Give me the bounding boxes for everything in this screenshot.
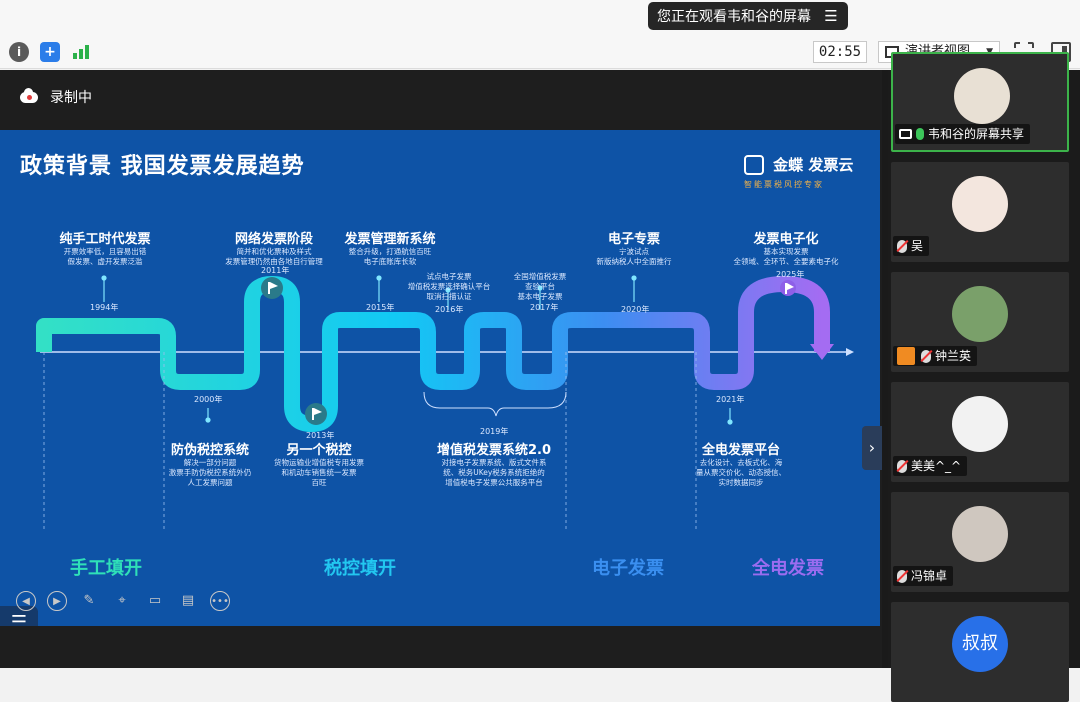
era-full-electronic: 全电发票 <box>752 558 824 579</box>
participant-tag: 韦和谷的屏幕共享 <box>895 124 1031 144</box>
recording-indicator: 录制中 <box>20 87 92 107</box>
recording-label: 录制中 <box>50 90 92 106</box>
year-2025: 2025年 <box>776 270 805 279</box>
slide-controls: ◀ ▶ ✎ ⌖ ▭ ▤ ••• <box>16 590 230 612</box>
presentation-slide: 政策背景 我国发票发展趋势 金蝶 发票云 智能票税风控专家 纯手工时代发票 开票… <box>0 130 880 626</box>
shield-icon[interactable]: + <box>40 42 60 62</box>
next-slide-icon[interactable]: ▶ <box>47 591 67 611</box>
more-icon[interactable]: ••• <box>210 591 230 611</box>
previous-slide-icon[interactable]: ◀ <box>16 591 36 611</box>
milestone-2019: 增值税发票系统2.0 对接电子发票系统、版式文件系 统、税务UKey税务系统拒绝… <box>436 443 552 487</box>
participant-tile[interactable]: 吴 <box>891 162 1069 262</box>
collapse-panel-button[interactable]: › <box>862 426 882 470</box>
milestone-2011: 网络发票阶段 简并和优化票种及样式 发票管理仍然由各地自行管理 <box>225 232 323 266</box>
year-2021: 2021年 <box>716 395 745 404</box>
participant-name: 韦和谷的屏幕共享 <box>928 127 1025 141</box>
milestone-2016: 试点电子发票 增值税发票选择确认平台 取消扫描认证 <box>407 272 491 301</box>
shared-screen: 录制中 政策背景 我国发票发展趋势 金蝶 发票云 智能票税风控专家 纯手工时代发… <box>0 70 882 668</box>
year-1994: 1994年 <box>90 303 119 312</box>
mic-muted-icon <box>921 349 931 363</box>
year-2015: 2015年 <box>366 303 395 312</box>
axis-arrow-icon <box>846 348 854 356</box>
milestone-2013: 另一个税控 货物运输业增值税专用发票 和机动车销售统一发票 百旺 <box>274 443 364 487</box>
year-2016: 2016年 <box>435 305 464 314</box>
screen-share-icon <box>899 129 912 139</box>
milestone-2025: 发票电子化 基本实现发票 全领域、全环节、全要素电子化 <box>733 232 839 266</box>
avatar <box>952 396 1008 452</box>
meeting-timer: 02:55 <box>813 41 867 63</box>
year-2019: 2019年 <box>480 427 509 436</box>
mic-muted-icon <box>897 239 907 253</box>
participant-name: 冯锦卓 <box>911 569 948 583</box>
mic-muted-icon <box>897 569 907 583</box>
era-manual: 手工填开 <box>70 558 142 579</box>
cloud-record-icon <box>20 87 38 103</box>
milestone-2000: 防伪税控系统 解决一部分问题 激票手防伪税控系统外仍 人工发票问题 <box>168 443 252 487</box>
screen-share-banner[interactable]: 您正在观看韦和谷的屏幕 ☰ <box>648 2 848 30</box>
participant-tile[interactable]: 钟兰英 <box>891 272 1069 372</box>
mic-on-icon <box>916 128 924 140</box>
era-tax-control: 税控填开 <box>324 558 396 579</box>
camera-icon[interactable]: ▭ <box>144 590 166 612</box>
milestone-2017: 全国增值税发票 查验平台 基本电子发票 <box>513 272 567 301</box>
avatar: 叔叔 <box>952 616 1008 672</box>
participant-tag: 美美^_^ <box>893 456 968 476</box>
year-2000: 2000年 <box>194 395 223 404</box>
avatar <box>952 176 1008 232</box>
comment-icon[interactable]: ▤ <box>177 590 199 612</box>
participant-panel: 韦和谷的屏幕共享 吴 钟兰英 美美^_^ 冯锦卓 叔叔 <box>888 52 1080 702</box>
timeline-pipe <box>36 276 830 432</box>
pen-icon[interactable]: ✎ <box>78 590 100 612</box>
participant-tile[interactable]: 美美^_^ <box>891 382 1069 482</box>
participant-name: 钟兰英 <box>935 349 972 363</box>
year-2020: 2020年 <box>621 305 650 314</box>
share-banner-text: 您正在观看韦和谷的屏幕 <box>657 9 811 25</box>
menu-icon[interactable]: ☰ <box>820 5 842 27</box>
top-bar: 您正在观看韦和谷的屏幕 ☰ <box>0 0 1080 36</box>
participant-tile[interactable]: 叔叔 <box>891 602 1069 702</box>
participant-name: 美美^_^ <box>911 459 962 473</box>
era-electronic: 电子发票 <box>592 558 664 579</box>
avatar <box>952 506 1008 562</box>
mic-muted-icon <box>897 459 907 473</box>
participant-tile[interactable]: 韦和谷的屏幕共享 <box>891 52 1069 152</box>
signal-icon[interactable] <box>71 42 91 62</box>
participant-name: 吴 <box>911 239 924 253</box>
avatar <box>954 68 1010 124</box>
participant-tag: 钟兰英 <box>893 346 978 366</box>
participant-tag: 吴 <box>893 236 930 256</box>
info-icon[interactable]: i <box>9 42 29 62</box>
milestone-1994: 纯手工时代发票 开票效率低，且容易出错 假发票、虚开发票泛滥 <box>59 232 151 266</box>
milestone-2015: 发票管理新系统 整合升级，打通航信百旺 电子底账库长软 <box>344 232 436 266</box>
participant-tag: 冯锦卓 <box>893 566 954 586</box>
milestone-2021: 全电发票平台 去化设计、去板式化、海 量从票交价化、动态授信、 实时数据同步 <box>696 443 786 487</box>
focus-icon[interactable]: ⌖ <box>111 590 133 612</box>
avatar <box>952 286 1008 342</box>
user-icon <box>897 347 915 365</box>
year-2017: 2017年 <box>530 303 559 312</box>
timeline-graphic <box>36 275 854 530</box>
year-2011: 2011年 <box>261 266 290 275</box>
participant-tile[interactable]: 冯锦卓 <box>891 492 1069 592</box>
milestone-2020: 电子专票 宁波试点 新版纳税人中全面推行 <box>596 232 672 266</box>
